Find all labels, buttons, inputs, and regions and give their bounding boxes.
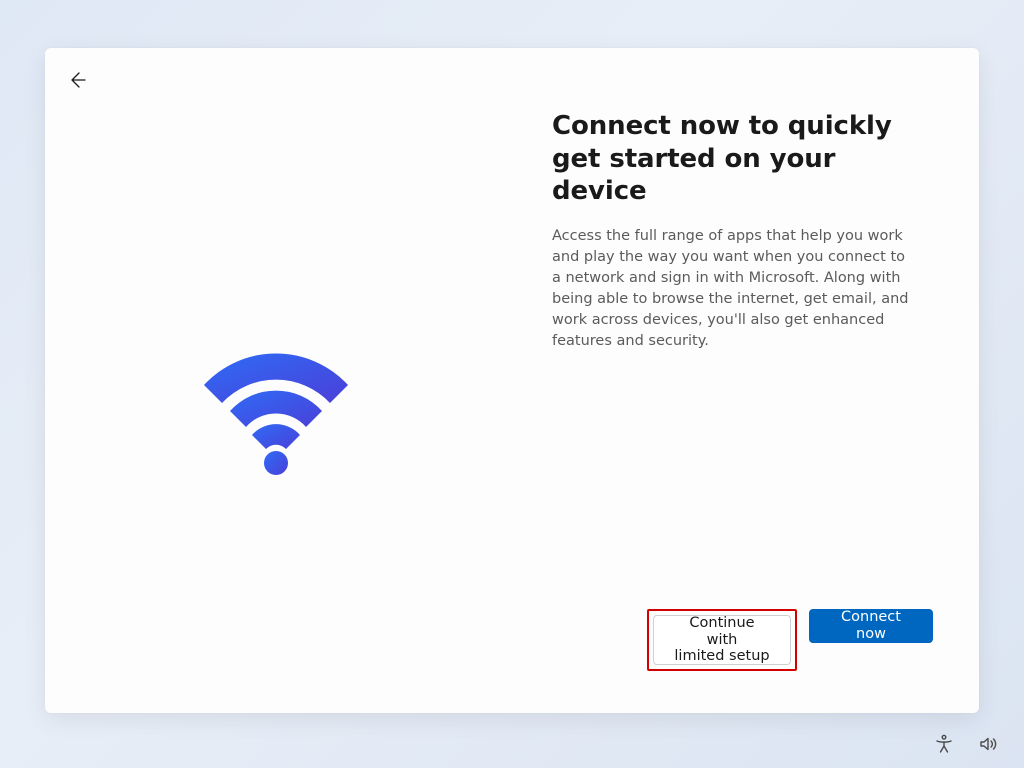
page-title: Connect now to quickly get started on yo… — [552, 110, 914, 208]
annotation-highlight: Continue with limited setup — [647, 609, 797, 671]
action-row: Continue with limited setup Connect now — [647, 609, 933, 671]
accessibility-icon — [934, 734, 954, 754]
continue-limited-setup-button[interactable]: Continue with limited setup — [653, 615, 791, 665]
wifi-icon — [190, 323, 362, 495]
volume-icon — [978, 734, 998, 754]
illustration-pane — [45, 48, 512, 713]
connect-now-button[interactable]: Connect now — [809, 609, 933, 643]
volume-button[interactable] — [976, 732, 1000, 756]
oobe-card: Connect now to quickly get started on yo… — [45, 48, 979, 713]
page-description: Access the full range of apps that help … — [552, 226, 914, 352]
taskbar-tray — [932, 732, 1000, 756]
accessibility-button[interactable] — [932, 732, 956, 756]
